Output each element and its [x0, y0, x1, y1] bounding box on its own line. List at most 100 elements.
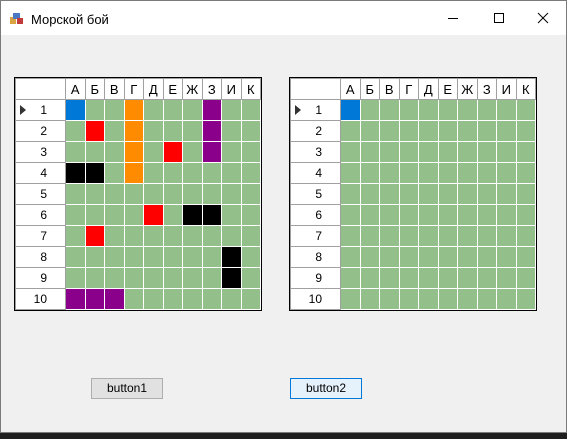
column-header[interactable]: К — [515, 78, 536, 100]
grid-cell[interactable] — [84, 225, 105, 247]
grid-cell[interactable] — [476, 162, 497, 184]
grid-cell[interactable] — [65, 120, 86, 142]
column-header[interactable]: К — [240, 78, 261, 100]
column-header[interactable]: Д — [418, 78, 439, 100]
grid-cell[interactable] — [201, 225, 222, 247]
column-header[interactable]: Д — [143, 78, 164, 100]
grid-cell[interactable] — [104, 204, 125, 226]
grid-cell[interactable] — [65, 141, 86, 163]
grid-cell[interactable] — [240, 141, 261, 163]
column-header[interactable]: В — [379, 78, 400, 100]
grid-cell[interactable] — [496, 246, 517, 268]
grid-cell[interactable] — [515, 246, 536, 268]
grid-cell[interactable] — [162, 288, 183, 310]
grid-cell[interactable] — [182, 288, 203, 310]
grid-cell[interactable] — [182, 183, 203, 205]
grid-cell[interactable] — [476, 267, 497, 289]
grid-cell[interactable] — [340, 99, 361, 121]
grid-corner-header[interactable] — [15, 78, 66, 100]
grid-cell[interactable] — [143, 225, 164, 247]
row-header[interactable]: 6 — [15, 204, 66, 226]
column-header[interactable]: Е — [162, 78, 183, 100]
grid-cell[interactable] — [221, 162, 242, 184]
grid-cell[interactable] — [457, 120, 478, 142]
grid-cell[interactable] — [418, 162, 439, 184]
grid-cell[interactable] — [104, 141, 125, 163]
grid-cell[interactable] — [123, 141, 144, 163]
grid-cell[interactable] — [437, 225, 458, 247]
grid-cell[interactable] — [201, 141, 222, 163]
grid-cell[interactable] — [123, 162, 144, 184]
grid-cell[interactable] — [123, 183, 144, 205]
grid-cell[interactable] — [240, 246, 261, 268]
grid-cell[interactable] — [84, 99, 105, 121]
grid-cell[interactable] — [143, 267, 164, 289]
grid-cell[interactable] — [496, 99, 517, 121]
grid-cell[interactable] — [359, 99, 380, 121]
grid-cell[interactable] — [476, 183, 497, 205]
grid-cell[interactable] — [340, 288, 361, 310]
grid-cell[interactable] — [240, 162, 261, 184]
grid-cell[interactable] — [437, 183, 458, 205]
grid-cell[interactable] — [418, 288, 439, 310]
grid-corner-header[interactable] — [290, 78, 341, 100]
grid-cell[interactable] — [221, 288, 242, 310]
grid-cell[interactable] — [143, 288, 164, 310]
grid-cell[interactable] — [379, 225, 400, 247]
grid-cell[interactable] — [340, 246, 361, 268]
column-header[interactable]: Е — [437, 78, 458, 100]
grid-cell[interactable] — [123, 120, 144, 142]
grid-cell[interactable] — [84, 204, 105, 226]
grid-cell[interactable] — [162, 99, 183, 121]
grid-cell[interactable] — [221, 225, 242, 247]
grid-cell[interactable] — [496, 120, 517, 142]
grid-cell[interactable] — [221, 204, 242, 226]
grid-cell[interactable] — [359, 120, 380, 142]
row-header[interactable]: 8 — [15, 246, 66, 268]
minimize-button[interactable] — [430, 1, 476, 35]
grid-cell[interactable] — [143, 246, 164, 268]
grid-cell[interactable] — [143, 183, 164, 205]
grid-cell[interactable] — [84, 246, 105, 268]
grid-cell[interactable] — [143, 99, 164, 121]
grid-cell[interactable] — [398, 246, 419, 268]
grid-cell[interactable] — [65, 204, 86, 226]
grid-cell[interactable] — [515, 183, 536, 205]
grid-cell[interactable] — [476, 141, 497, 163]
grid-cell[interactable] — [240, 267, 261, 289]
grid-cell[interactable] — [240, 120, 261, 142]
grid-cell[interactable] — [437, 162, 458, 184]
grid-cell[interactable] — [340, 267, 361, 289]
grid-cell[interactable] — [182, 162, 203, 184]
column-header[interactable]: Г — [398, 78, 419, 100]
grid-cell[interactable] — [437, 99, 458, 121]
grid-cell[interactable] — [379, 267, 400, 289]
grid-cell[interactable] — [182, 246, 203, 268]
column-header[interactable]: Б — [84, 78, 105, 100]
grid-cell[interactable] — [496, 204, 517, 226]
grid-cell[interactable] — [418, 120, 439, 142]
grid-cell[interactable] — [398, 183, 419, 205]
grid-cell[interactable] — [182, 204, 203, 226]
grid-cell[interactable] — [476, 99, 497, 121]
column-header[interactable]: Г — [123, 78, 144, 100]
grid-cell[interactable] — [240, 183, 261, 205]
grid-cell[interactable] — [221, 267, 242, 289]
grid-cell[interactable] — [340, 225, 361, 247]
grid-cell[interactable] — [123, 225, 144, 247]
grid-cell[interactable] — [143, 120, 164, 142]
close-button[interactable] — [520, 1, 566, 35]
grid-cell[interactable] — [379, 246, 400, 268]
grid-cell[interactable] — [379, 141, 400, 163]
grid-cell[interactable] — [398, 141, 419, 163]
row-header[interactable]: 8 — [290, 246, 341, 268]
grid-cell[interactable] — [457, 99, 478, 121]
title-bar[interactable]: Морской бой — [1, 1, 566, 35]
grid-cell[interactable] — [359, 183, 380, 205]
grid-cell[interactable] — [240, 288, 261, 310]
grid-cell[interactable] — [379, 204, 400, 226]
grid-cell[interactable] — [201, 204, 222, 226]
row-header[interactable]: 4 — [290, 162, 341, 184]
grid-cell[interactable] — [104, 183, 125, 205]
grid-cell[interactable] — [143, 141, 164, 163]
